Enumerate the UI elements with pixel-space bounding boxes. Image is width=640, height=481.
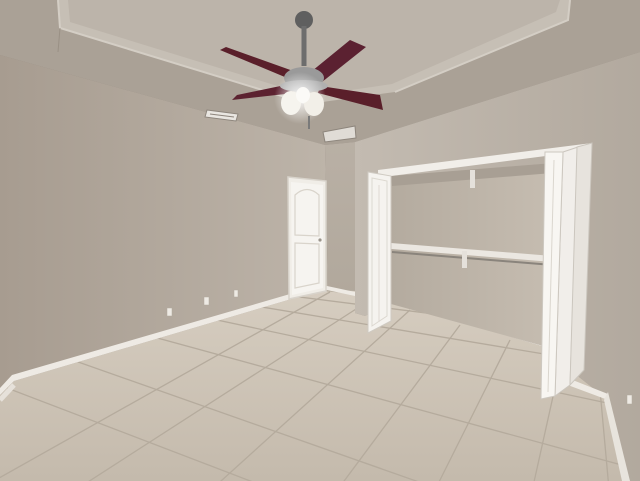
room-svg — [0, 0, 640, 481]
fan-pull-chain — [308, 116, 310, 129]
door-knob-icon[interactable] — [318, 238, 322, 242]
fan-downrod — [301, 26, 307, 66]
interior-door[interactable] — [287, 176, 327, 300]
closet-bifold-left[interactable] — [367, 171, 392, 334]
closet-bifold-right[interactable] — [540, 142, 593, 400]
bedroom-photo — [0, 0, 640, 481]
shelf-bracket — [462, 251, 467, 268]
back-wall — [325, 142, 355, 295]
